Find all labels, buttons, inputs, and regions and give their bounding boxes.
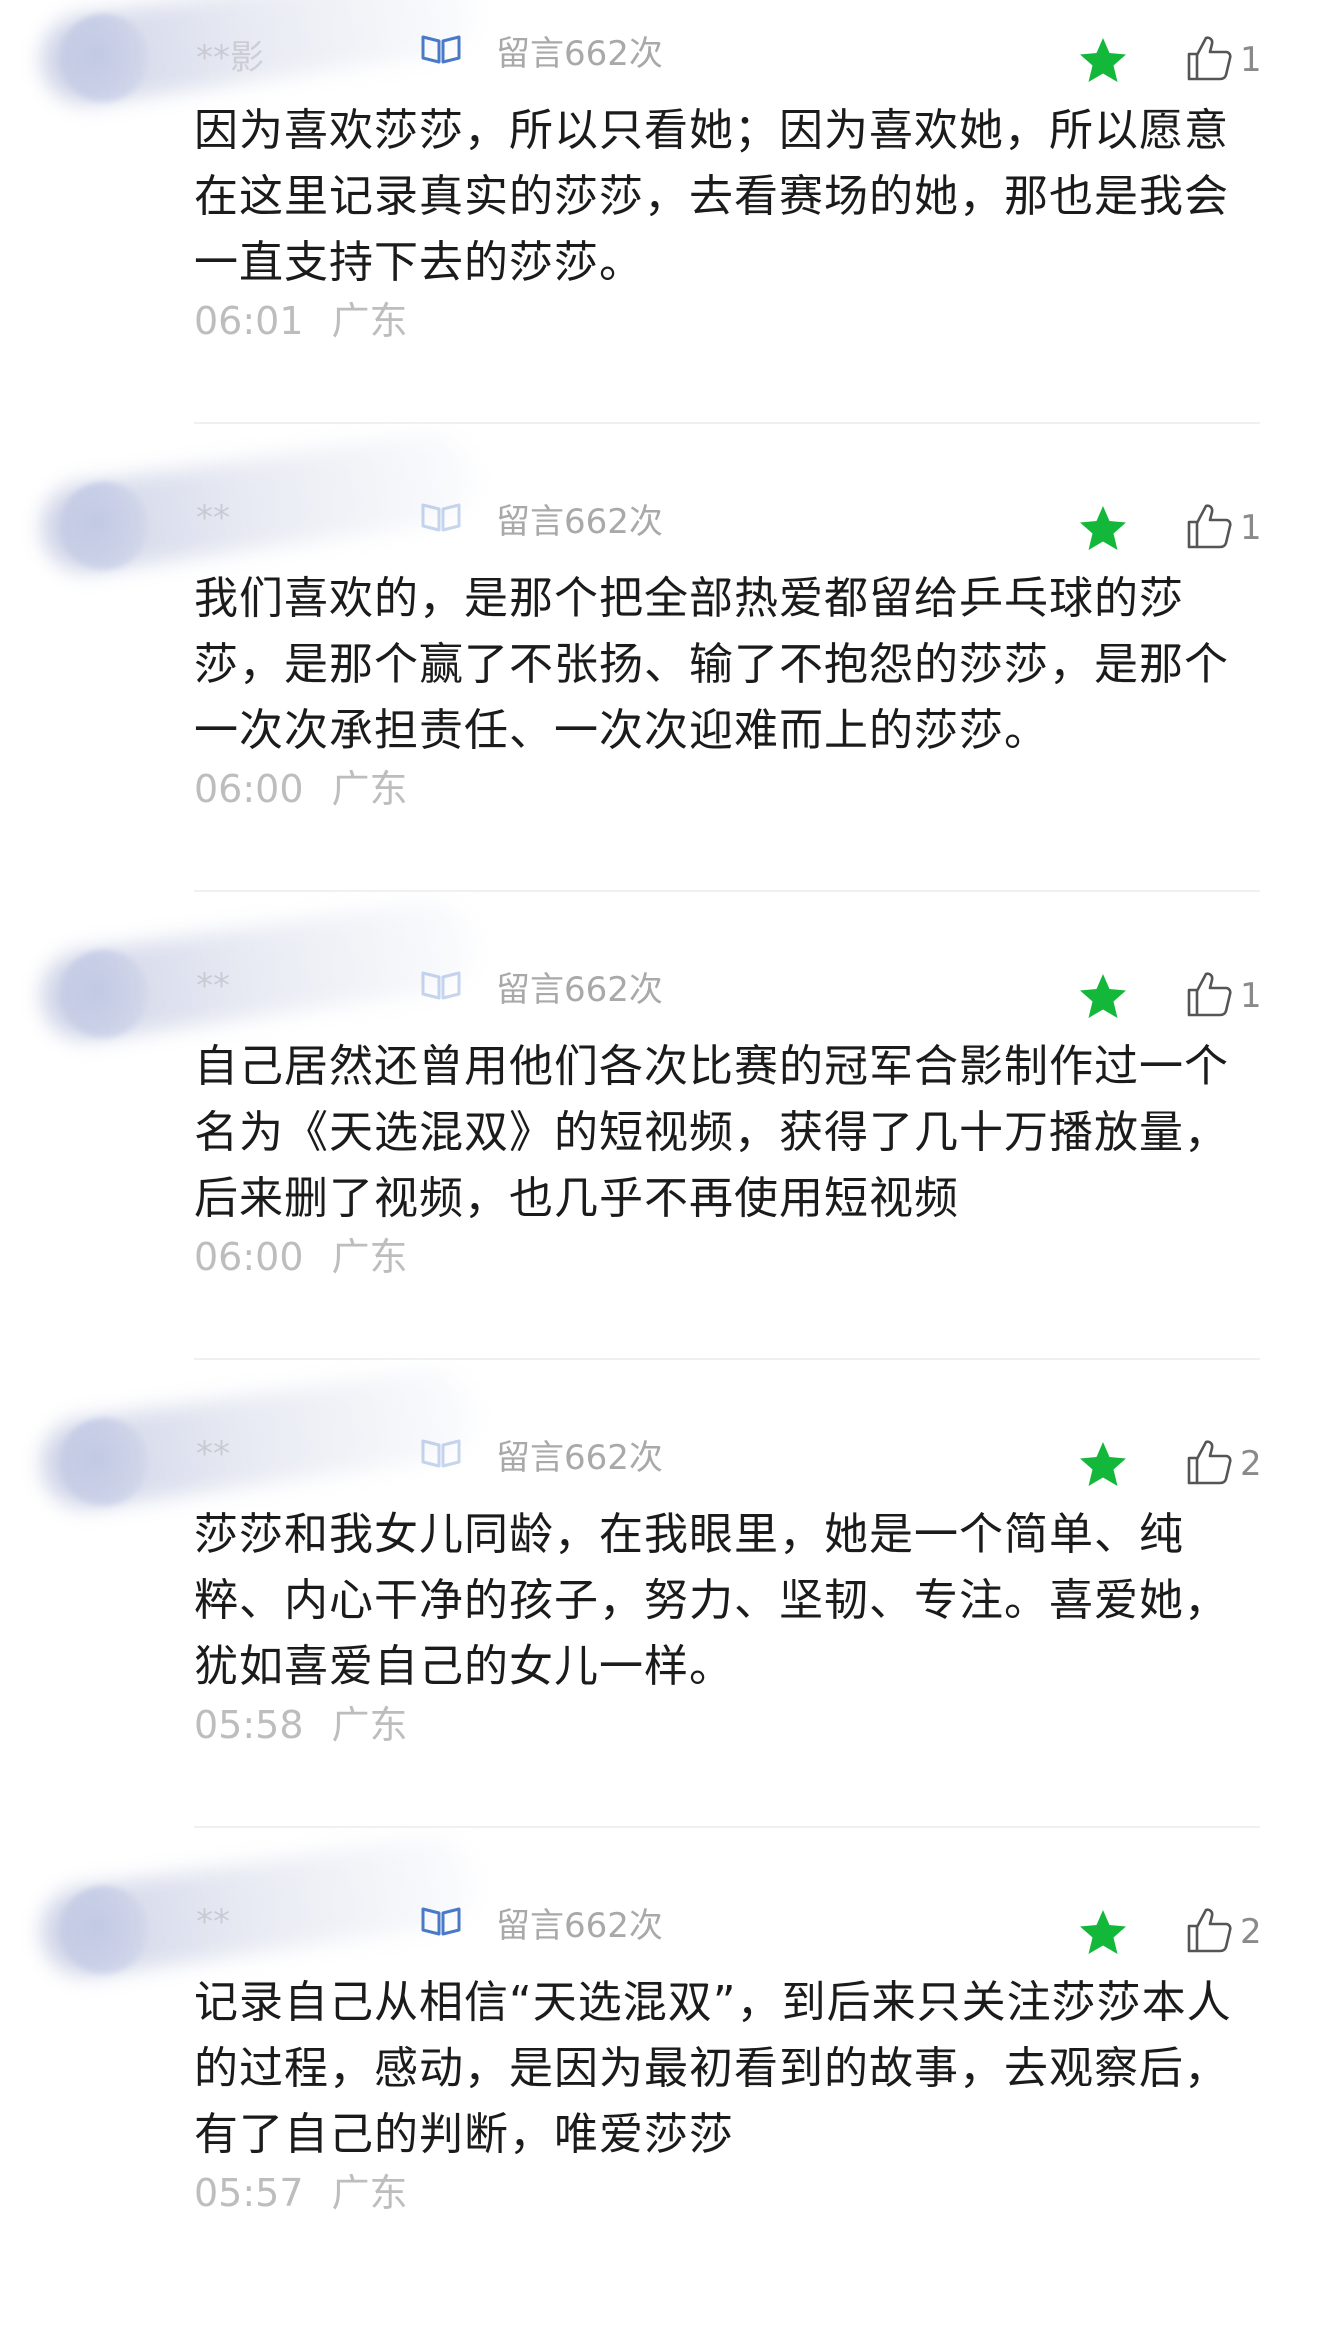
comment-list: **影 留言662次 1 因为喜欢莎莎，所以只看她；因为喜欢她，所以愿意在这里记…: [0, 0, 1320, 2244]
comment-time: 05:57: [194, 2171, 304, 2215]
comment-time: 06:00: [194, 767, 304, 811]
star-icon[interactable]: [1078, 1908, 1128, 1956]
comment-location: 广东: [331, 1703, 408, 1747]
user-name[interactable]: **: [196, 498, 230, 538]
comment-item: **影 留言662次 1 因为喜欢莎莎，所以只看她；因为喜欢她，所以愿意在这里记…: [0, 0, 1320, 468]
like-count: 2: [1240, 1912, 1262, 1952]
book-badge-icon: [421, 35, 461, 64]
thumbs-up-icon[interactable]: [1186, 1906, 1232, 1954]
comment-item: ** 留言662次 2 记录自己从相信“天选混双”，到后来只关注莎莎本人的过程，…: [0, 1831, 1320, 2340]
like-count: 1: [1240, 508, 1262, 548]
comment-location: 广东: [331, 2171, 408, 2215]
book-badge-icon: [421, 1907, 461, 1936]
star-icon[interactable]: [1078, 972, 1128, 1020]
comment-meta: 05:57 广东: [194, 2168, 408, 2218]
comment-time: 06:00: [194, 1235, 304, 1279]
comment-meta: 06:00 广东: [194, 1232, 408, 1282]
comment-count: 留言662次: [496, 34, 663, 74]
thumbs-up-icon[interactable]: [1186, 34, 1232, 82]
comment-text: 我们喜欢的，是那个把全部热爱都留给乒乓球的莎莎，是那个赢了不张扬、输了不抱怨的莎…: [194, 573, 1229, 756]
divider: [194, 1826, 1260, 1828]
comment-count: 留言662次: [496, 1438, 663, 1478]
divider: [194, 1358, 1260, 1360]
like-count: 2: [1240, 1444, 1262, 1484]
comment-count: 留言662次: [496, 1906, 663, 1946]
comment-text: 记录自己从相信“天选混双”，到后来只关注莎莎本人的过程，感动，是因为最初看到的故…: [194, 1977, 1232, 2160]
comment-location: 广东: [331, 767, 408, 811]
comment-text: 因为喜欢莎莎，所以只看她；因为喜欢她，所以愿意在这里记录真实的莎莎，去看赛场的她…: [194, 105, 1229, 288]
like-count: 1: [1240, 40, 1262, 80]
user-name[interactable]: **: [196, 966, 230, 1006]
comment-item: ** 留言662次 1 我们喜欢的，是那个把全部热爱都留给乒乓球的莎莎，是那个赢…: [0, 427, 1320, 936]
comment-count: 留言662次: [496, 502, 663, 542]
user-name[interactable]: **影: [196, 30, 264, 79]
comment-item: ** 留言662次 1 自己居然还曾用他们各次比赛的冠军合影制作过一个名为《天选…: [0, 895, 1320, 1404]
comment-text: 莎莎和我女儿同龄，在我眼里，她是一个简单、纯粹、内心干净的孩子，努力、坚韧、专注…: [194, 1509, 1229, 1692]
comment-meta: 06:00 广东: [194, 764, 408, 814]
star-icon[interactable]: [1078, 1440, 1128, 1488]
thumbs-up-icon[interactable]: [1186, 970, 1232, 1018]
thumbs-up-icon[interactable]: [1186, 1438, 1232, 1486]
book-badge-icon: [421, 1439, 461, 1468]
comment-time: 06:01: [194, 299, 304, 343]
thumbs-up-icon[interactable]: [1186, 502, 1232, 550]
user-name[interactable]: **: [196, 1902, 230, 1942]
star-icon[interactable]: [1078, 504, 1128, 552]
comment-location: 广东: [331, 1235, 408, 1279]
comment-item: ** 留言662次 2 莎莎和我女儿同龄，在我眼里，她是一个简单、纯粹、内心干净…: [0, 1363, 1320, 1872]
divider: [194, 890, 1260, 892]
book-badge-icon: [421, 503, 461, 532]
comment-count: 留言662次: [496, 970, 663, 1010]
comment-meta: 05:58 广东: [194, 1700, 408, 1750]
comment-location: 广东: [331, 299, 408, 343]
comment-text: 自己居然还曾用他们各次比赛的冠军合影制作过一个名为《天选混双》的短视频，获得了几…: [194, 1041, 1229, 1224]
book-badge-icon: [421, 971, 461, 1000]
comment-meta: 06:01 广东: [194, 296, 408, 346]
user-name[interactable]: **: [196, 1434, 230, 1474]
star-icon[interactable]: [1078, 36, 1128, 84]
like-count: 1: [1240, 976, 1262, 1016]
divider: [194, 422, 1260, 424]
comment-time: 05:58: [194, 1703, 304, 1747]
